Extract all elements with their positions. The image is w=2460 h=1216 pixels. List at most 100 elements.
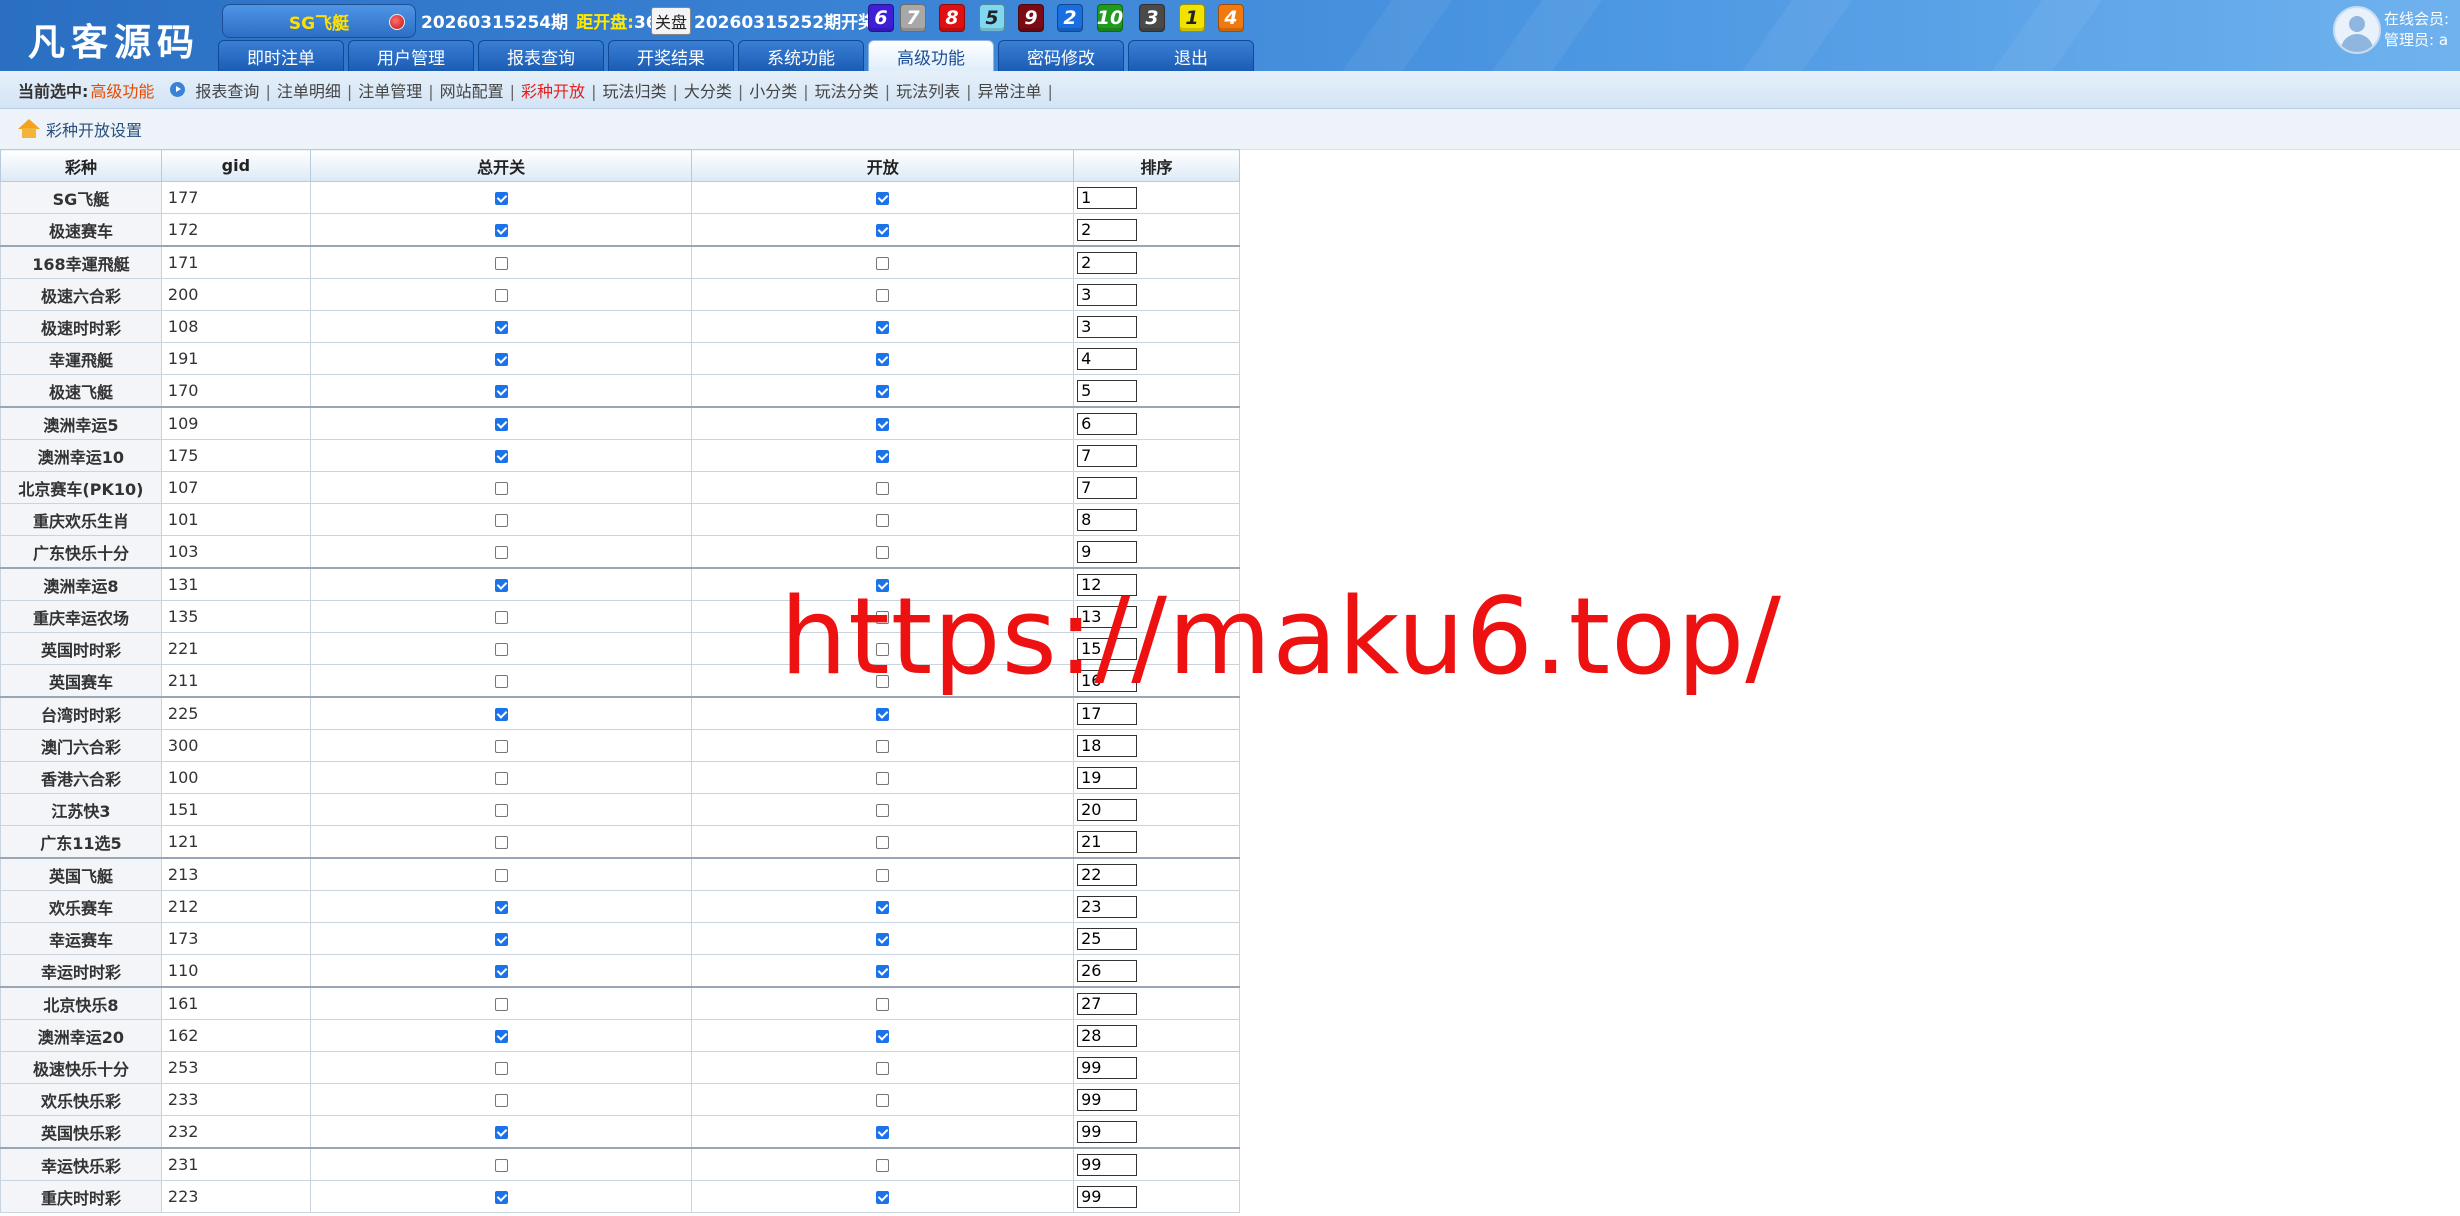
nav-tab[interactable]: 系统功能 bbox=[738, 40, 864, 71]
master-switch-checkbox[interactable] bbox=[494, 353, 508, 366]
order-input[interactable] bbox=[1077, 1153, 1138, 1176]
order-input[interactable] bbox=[1077, 573, 1138, 596]
order-input[interactable] bbox=[1077, 766, 1138, 789]
master-switch-checkbox[interactable] bbox=[494, 224, 508, 237]
master-switch-checkbox[interactable] bbox=[494, 708, 508, 721]
open-checkbox[interactable] bbox=[876, 289, 890, 302]
order-input[interactable] bbox=[1077, 605, 1138, 628]
order-input[interactable] bbox=[1077, 1120, 1138, 1143]
order-input[interactable] bbox=[1077, 283, 1138, 306]
submenu-link[interactable]: 网站配置 bbox=[440, 82, 504, 101]
master-switch-checkbox[interactable] bbox=[494, 611, 508, 624]
open-checkbox[interactable] bbox=[876, 740, 890, 753]
nav-tab[interactable]: 密码修改 bbox=[998, 40, 1124, 71]
order-input[interactable] bbox=[1077, 444, 1138, 467]
order-input[interactable] bbox=[1077, 702, 1138, 725]
order-input[interactable] bbox=[1077, 637, 1138, 660]
open-checkbox[interactable] bbox=[876, 1094, 890, 1107]
submenu-link[interactable]: 彩种开放 bbox=[521, 82, 585, 101]
order-input[interactable] bbox=[1077, 186, 1138, 209]
order-input[interactable] bbox=[1077, 508, 1138, 531]
master-switch-checkbox[interactable] bbox=[494, 675, 508, 688]
submenu-link[interactable]: 注单明细 bbox=[277, 82, 341, 101]
open-checkbox[interactable] bbox=[876, 611, 890, 624]
master-switch-checkbox[interactable] bbox=[494, 579, 508, 592]
master-switch-checkbox[interactable] bbox=[494, 836, 508, 849]
order-input[interactable] bbox=[1077, 895, 1138, 918]
order-input[interactable] bbox=[1077, 734, 1138, 757]
lottery-selector[interactable]: SG飞艇 bbox=[222, 4, 416, 38]
nav-tab[interactable]: 即时注单 bbox=[218, 40, 344, 71]
open-checkbox[interactable] bbox=[876, 224, 890, 237]
open-checkbox[interactable] bbox=[876, 418, 890, 431]
open-checkbox[interactable] bbox=[876, 675, 890, 688]
open-checkbox[interactable] bbox=[876, 836, 890, 849]
open-checkbox[interactable] bbox=[876, 933, 890, 946]
open-checkbox[interactable] bbox=[876, 192, 890, 205]
open-checkbox[interactable] bbox=[876, 998, 890, 1011]
order-input[interactable] bbox=[1077, 863, 1138, 886]
order-input[interactable] bbox=[1077, 798, 1138, 821]
user-avatar-icon[interactable] bbox=[2333, 6, 2381, 54]
master-switch-checkbox[interactable] bbox=[494, 643, 508, 656]
open-checkbox[interactable] bbox=[876, 643, 890, 656]
submenu-link[interactable]: 大分类 bbox=[684, 82, 732, 101]
master-switch-checkbox[interactable] bbox=[494, 321, 508, 334]
master-switch-checkbox[interactable] bbox=[494, 740, 508, 753]
open-checkbox[interactable] bbox=[876, 385, 890, 398]
open-checkbox[interactable] bbox=[876, 514, 890, 527]
master-switch-checkbox[interactable] bbox=[494, 965, 508, 978]
order-input[interactable] bbox=[1077, 315, 1138, 338]
order-input[interactable] bbox=[1077, 1056, 1138, 1079]
submenu-link[interactable]: 玩法归类 bbox=[602, 82, 666, 101]
order-input[interactable] bbox=[1077, 1024, 1138, 1047]
order-input[interactable] bbox=[1077, 669, 1138, 692]
open-checkbox[interactable] bbox=[876, 901, 890, 914]
master-switch-checkbox[interactable] bbox=[494, 289, 508, 302]
open-checkbox[interactable] bbox=[876, 708, 890, 721]
master-switch-checkbox[interactable] bbox=[494, 1094, 508, 1107]
order-input[interactable] bbox=[1077, 830, 1138, 853]
submenu-link[interactable]: 玩法分类 bbox=[815, 82, 879, 101]
submenu-link[interactable]: 小分类 bbox=[749, 82, 797, 101]
open-checkbox[interactable] bbox=[876, 869, 890, 882]
order-input[interactable] bbox=[1077, 347, 1138, 370]
order-input[interactable] bbox=[1077, 1185, 1138, 1208]
open-checkbox[interactable] bbox=[876, 482, 890, 495]
order-input[interactable] bbox=[1077, 476, 1138, 499]
master-switch-checkbox[interactable] bbox=[494, 1159, 508, 1172]
open-checkbox[interactable] bbox=[876, 579, 890, 592]
nav-tab[interactable]: 用户管理 bbox=[348, 40, 474, 71]
open-checkbox[interactable] bbox=[876, 450, 890, 463]
master-switch-checkbox[interactable] bbox=[494, 804, 508, 817]
order-input[interactable] bbox=[1077, 412, 1138, 435]
nav-tab[interactable]: 退出 bbox=[1128, 40, 1254, 71]
open-checkbox[interactable] bbox=[876, 1191, 890, 1204]
master-switch-checkbox[interactable] bbox=[494, 546, 508, 559]
order-input[interactable] bbox=[1077, 992, 1138, 1015]
submenu-link[interactable]: 异常注单 bbox=[977, 82, 1041, 101]
order-input[interactable] bbox=[1077, 218, 1138, 241]
order-input[interactable] bbox=[1077, 959, 1138, 982]
order-input[interactable] bbox=[1077, 251, 1138, 274]
master-switch-checkbox[interactable] bbox=[494, 385, 508, 398]
master-switch-checkbox[interactable] bbox=[494, 1191, 508, 1204]
open-checkbox[interactable] bbox=[876, 546, 890, 559]
open-checkbox[interactable] bbox=[876, 772, 890, 785]
order-input[interactable] bbox=[1077, 1088, 1138, 1111]
submenu-link[interactable]: 注单管理 bbox=[358, 82, 422, 101]
order-input[interactable] bbox=[1077, 927, 1138, 950]
open-checkbox[interactable] bbox=[876, 1159, 890, 1172]
nav-tab[interactable]: 高级功能 bbox=[868, 40, 994, 71]
master-switch-checkbox[interactable] bbox=[494, 1062, 508, 1075]
submenu-link[interactable]: 报表查询 bbox=[195, 82, 259, 101]
open-checkbox[interactable] bbox=[876, 257, 890, 270]
open-checkbox[interactable] bbox=[876, 1062, 890, 1075]
open-checkbox[interactable] bbox=[876, 804, 890, 817]
master-switch-checkbox[interactable] bbox=[494, 514, 508, 527]
master-switch-checkbox[interactable] bbox=[494, 418, 508, 431]
submenu-link[interactable]: 玩法列表 bbox=[896, 82, 960, 101]
master-switch-checkbox[interactable] bbox=[494, 933, 508, 946]
open-checkbox[interactable] bbox=[876, 1126, 890, 1139]
master-switch-checkbox[interactable] bbox=[494, 257, 508, 270]
